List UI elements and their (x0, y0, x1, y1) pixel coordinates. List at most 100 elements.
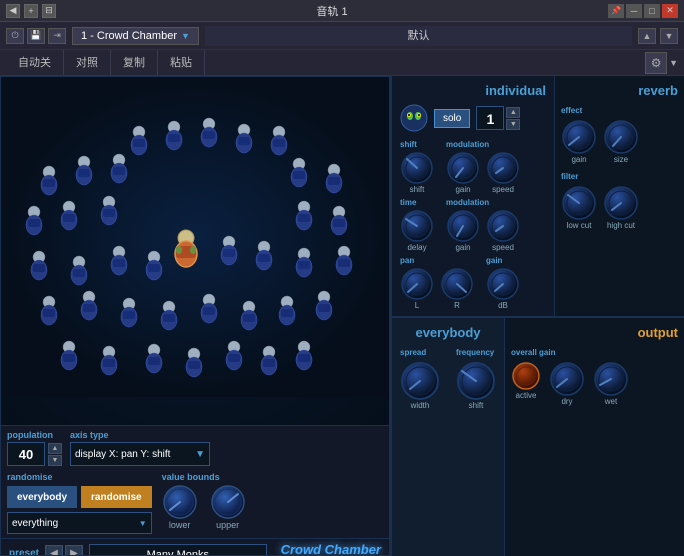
upper-bound-knob-wrap: upper (210, 484, 246, 530)
upper-bound-label: upper (216, 520, 239, 530)
unpin-button[interactable]: 📌 (608, 4, 624, 18)
individual-number-control: 1 ▲ ▼ (476, 106, 520, 130)
active-label: active (516, 391, 537, 400)
shift-knob-label: shift (410, 185, 425, 194)
preset-next-button[interactable]: ▶ (65, 545, 83, 556)
time-mod-label: modulation (446, 198, 520, 207)
dry-knob-wrap: dry (549, 361, 585, 406)
axis-dropdown-arrow: ▼ (195, 449, 205, 460)
settings-arrow: ▼ (669, 58, 678, 68)
time-speed-knob-wrap: speed (486, 209, 520, 252)
shift-modulation-group: modulation gain (446, 140, 520, 194)
toolbar-right: ⚙ ▼ (645, 50, 678, 75)
low-cut-knob[interactable] (561, 185, 597, 221)
pan-r-knob[interactable] (440, 267, 474, 301)
individual-number[interactable]: 1 (476, 106, 504, 130)
randomise-section: randomise everybody randomise everything… (7, 472, 152, 534)
preset-label: preset (9, 548, 39, 556)
crowd-chamber-logo: Crowd Chamber (281, 542, 381, 556)
reverb-effect-section: effect gain (561, 106, 678, 164)
copy-button[interactable]: 复制 (111, 50, 158, 75)
gain-label: gain (486, 256, 520, 265)
minimize-button[interactable]: ─ (626, 4, 642, 18)
randomise-scope-dropdown[interactable]: everything ▼ (7, 512, 152, 534)
high-cut-knob[interactable] (603, 185, 639, 221)
shift-speed-knob[interactable] (486, 151, 520, 185)
shift-row: shift shift (400, 140, 546, 194)
randomise-button[interactable]: randomise (81, 486, 152, 508)
reverb-size-knob[interactable] (603, 119, 639, 155)
axis-type-section: axis type display X: pan Y: shift ▼ (70, 430, 210, 466)
main-content: population 40 ▲ ▼ axis type display X: p… (0, 76, 684, 556)
individual-num-up[interactable]: ▲ (506, 107, 520, 118)
frequency-label: frequency (456, 348, 496, 357)
axis-type-dropdown[interactable]: display X: pan Y: shift ▼ (70, 442, 210, 466)
lower-bound-knob[interactable] (162, 484, 198, 520)
title-bar-icons: ◀ + ⊟ (6, 4, 56, 18)
preset-prev-button[interactable]: ◀ (45, 545, 63, 556)
overall-gain-label: overall gain (511, 348, 678, 357)
reverb-panel: reverb effect gain (554, 76, 684, 316)
time-speed-knob[interactable] (486, 209, 520, 243)
spread-label: spread (400, 348, 440, 357)
reverb-gain-knob[interactable] (561, 119, 597, 155)
reverb-effect-label: effect (561, 106, 678, 115)
settings-icon[interactable]: ⚙ (645, 52, 667, 74)
mixer-icon[interactable]: ⊟ (42, 4, 56, 18)
close-button[interactable]: ✕ (662, 4, 678, 18)
freq-shift-label: shift (469, 401, 484, 410)
population-down-button[interactable]: ▼ (48, 455, 62, 466)
population-spinners: ▲ ▼ (48, 443, 62, 466)
paste-button[interactable]: 粘贴 (158, 50, 205, 75)
add-track-icon[interactable]: + (24, 4, 38, 18)
preset-name-display[interactable]: Many Monks (89, 544, 267, 556)
shift-gain-knob[interactable] (446, 151, 480, 185)
active-knob-wrap: active (511, 361, 541, 406)
wet-knob[interactable] (593, 361, 629, 397)
time-mod-knobs: gain speed (446, 209, 520, 252)
reverb-filter-label: filter (561, 172, 678, 181)
power-icon[interactable]: ⏻ (6, 28, 24, 44)
individual-solo-row: solo 1 ▲ ▼ (400, 104, 546, 132)
compare-button[interactable]: 对照 (64, 50, 111, 75)
individual-num-down[interactable]: ▼ (506, 119, 520, 130)
scope-dropdown-arrow: ▼ (139, 519, 147, 528)
shift-group: shift shift (400, 140, 434, 194)
upper-bound-knob[interactable] (210, 484, 246, 520)
track-arrow-down-icon[interactable]: ▼ (660, 28, 678, 44)
reverb-effect-knobs: gain size (561, 119, 678, 164)
route-icon[interactable]: ⇥ (48, 28, 66, 44)
dry-knob[interactable] (549, 361, 585, 397)
individual-panel: individual solo (392, 76, 554, 316)
gain-db-knob[interactable] (486, 267, 520, 301)
everybody-button[interactable]: everybody (7, 486, 77, 508)
delay-knob[interactable] (400, 209, 434, 243)
time-gain-knob[interactable] (446, 209, 480, 243)
track-arrow-up-icon[interactable]: ▲ (638, 28, 656, 44)
freq-shift-knob[interactable] (456, 361, 496, 401)
save-icon[interactable]: 💾 (27, 28, 45, 44)
track-name-display[interactable]: 1 - Crowd Chamber ▼ (72, 27, 199, 45)
frequency-section: frequency shift (456, 348, 496, 410)
delay-label: delay (407, 243, 426, 252)
viz-area[interactable] (1, 77, 389, 425)
pan-l-knob[interactable] (400, 267, 434, 301)
time-gain-label: gain (455, 243, 470, 252)
track-default-label: 默认 (205, 26, 632, 46)
nav-back-icon[interactable]: ◀ (6, 4, 20, 18)
lower-bound-knob-wrap: lower (162, 484, 198, 530)
maximize-button[interactable]: □ (644, 4, 660, 18)
shift-knob[interactable] (400, 151, 434, 185)
title-bar: ◀ + ⊟ 音轨 1 📌 ─ □ ✕ (0, 0, 684, 22)
population-value[interactable]: 40 (7, 442, 45, 466)
width-knob[interactable] (400, 361, 440, 401)
controls-row2: randomise everybody randomise everything… (1, 468, 389, 538)
active-knob[interactable] (511, 361, 541, 391)
solo-button[interactable]: solo (434, 109, 470, 128)
time-row: time delay (400, 198, 546, 252)
auto-off-button[interactable]: 自动关 (6, 50, 64, 75)
preset-navigation: ◀ ▶ (45, 545, 83, 556)
shift-mod-label: modulation (446, 140, 520, 149)
reverb-filter-section: filter low cut (561, 172, 678, 230)
population-up-button[interactable]: ▲ (48, 443, 62, 454)
